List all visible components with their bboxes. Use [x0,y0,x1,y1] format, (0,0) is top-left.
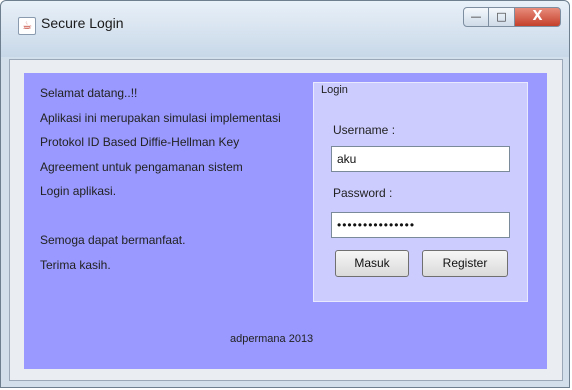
masuk-button[interactable]: Masuk [335,250,409,277]
minimize-button[interactable]: — [463,7,489,27]
window-controls: — □ X [463,7,561,27]
welcome-text: Selamat datang..!! Aplikasi ini merupaka… [40,81,281,277]
welcome-line: Semoga dapat bermanfaat. [40,233,186,247]
java-app-icon: ☕ [18,17,36,35]
welcome-line: Agreement untuk pengamanan sistem [40,159,243,174]
maximize-button[interactable]: □ [489,7,515,27]
footer-credit: adpermana 2013 [230,333,314,345]
close-button[interactable]: X [515,7,561,27]
password-label: Password : [333,186,393,200]
welcome-line: Terima kasih. [40,257,111,272]
login-group-title: Login [318,84,351,96]
password-input[interactable]: ••••••••••••••• [331,212,510,238]
welcome-line: Selamat datang..!! [40,86,138,100]
welcome-line: Login aplikasi. [40,184,117,198]
welcome-line: Aplikasi ini merupakan simulasi implemen… [40,110,281,125]
window-title: Secure Login [41,15,124,31]
register-button[interactable]: Register [422,250,508,277]
welcome-line: Protokol ID Based Diffie-Hellman Key [40,135,240,149]
username-label: Username : [333,123,396,137]
welcome-line [40,204,281,229]
username-input[interactable]: aku [331,146,510,172]
